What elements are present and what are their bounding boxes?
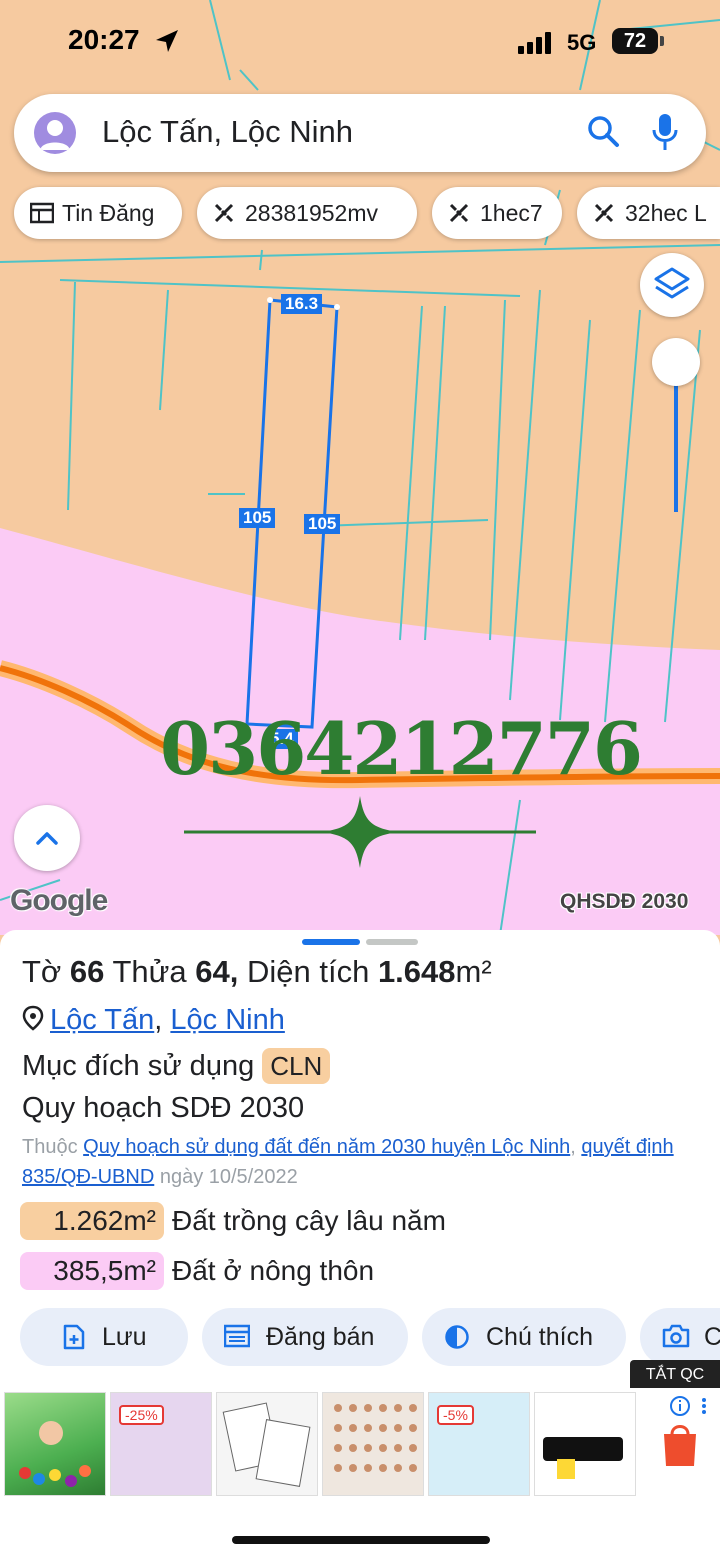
ad-item[interactable]: [216, 1392, 318, 1496]
sheet-handle[interactable]: [366, 939, 418, 945]
ad-item[interactable]: [4, 1392, 106, 1496]
plan-title: Quy hoạch SDĐ 2030: [22, 1092, 305, 1124]
camera-icon: [662, 1324, 690, 1348]
chip-label: Tin Đăng: [62, 200, 155, 226]
chip-label: 1hec7: [480, 200, 543, 226]
plan-link[interactable]: Quy hoạch sử dụng đất đến năm 2030 huyện…: [83, 1136, 570, 1158]
post-sale-button[interactable]: Đăng bán: [202, 1308, 408, 1366]
opacity-slider-track[interactable]: [674, 364, 678, 512]
status-bar: 20:27 5G 72: [0, 0, 720, 80]
microphone-icon[interactable]: [650, 112, 680, 152]
zone-label: Đất trồng cây lâu năm: [172, 1205, 446, 1236]
chip-measure-3[interactable]: 32hec L: [577, 187, 720, 239]
legend-button[interactable]: Chú thích: [422, 1308, 626, 1366]
user-avatar-icon: [40, 120, 70, 150]
close-ads-button[interactable]: TẮT QC: [630, 1360, 720, 1390]
ad-item[interactable]: [534, 1392, 636, 1496]
camera-button[interactable]: C: [640, 1308, 720, 1366]
land-use-code-badge: CLN: [262, 1048, 331, 1084]
list-icon: [30, 202, 54, 224]
status-time: 20:27: [68, 24, 140, 55]
chip-measure-2[interactable]: 1hec7: [432, 187, 562, 239]
chip-measure-1[interactable]: 28381952mv: [197, 187, 417, 239]
chip-label: 28381952mv: [245, 200, 378, 226]
chevron-up-icon: [36, 832, 58, 845]
zone-row-residential: 385,5m² Đất ở nông thôn: [20, 1252, 374, 1290]
ad-image: [334, 1404, 417, 1472]
location-row: Lộc Tấn, Lộc Ninh: [22, 1004, 285, 1037]
chip-label: 32hec L: [625, 200, 707, 226]
phone-watermark: 0364212776: [160, 706, 643, 791]
plan-reference: Thuộc Quy hoạch sử dụng đất đến năm 2030…: [22, 1136, 674, 1188]
home-indicator[interactable]: [232, 1536, 490, 1544]
zone-area-badge: 385,5m²: [20, 1252, 164, 1290]
discount-badge: -5%: [437, 1405, 474, 1425]
parcel-title: Tờ 66 Thửa 64, Diện tích 1.648m²: [22, 954, 492, 989]
camera-label: C: [704, 1323, 720, 1351]
lot-number: 64,: [195, 954, 239, 989]
search-bar[interactable]: Lộc Tấn, Lộc Ninh: [14, 94, 706, 172]
ruler-icon: [214, 203, 234, 223]
parcel-area: 1.648: [377, 954, 456, 989]
layers-icon: [654, 267, 690, 299]
ad-info-icon[interactable]: [660, 1394, 716, 1479]
ad-item[interactable]: -25%: [110, 1392, 212, 1496]
google-logo: Google: [10, 884, 108, 917]
sheet-handle-active[interactable]: [302, 939, 360, 945]
expand-up-button[interactable]: [14, 805, 80, 871]
commune-link[interactable]: Lộc Tấn: [50, 1004, 154, 1036]
zone-row-perennial: 1.262m² Đất trồng cây lâu năm: [20, 1202, 446, 1240]
parcel-edge-label-left: 105: [239, 508, 276, 528]
ad-item[interactable]: [322, 1392, 424, 1496]
parcel-edge-label-right: 105: [304, 514, 341, 534]
sheet-number: 66: [69, 954, 105, 989]
location-arrow-icon: [156, 30, 178, 52]
map-layer-label: QHSDĐ 2030: [560, 890, 689, 913]
ad-image: [543, 1437, 623, 1479]
layers-button[interactable]: [640, 253, 704, 317]
parcel-edge-label-top: 16.3: [281, 294, 323, 314]
zone-label: Đất ở nông thôn: [172, 1255, 375, 1286]
legend-icon: [445, 1325, 469, 1349]
ad-strip: -25% -5%: [0, 1388, 720, 1500]
ad-image: [222, 1402, 311, 1487]
ruler-icon: [449, 203, 469, 223]
opacity-slider-knob[interactable]: [652, 338, 700, 386]
listing-icon: [224, 1324, 250, 1348]
land-use-purpose: Mục đích sử dụng CLN: [22, 1048, 331, 1084]
network-type: 5G: [567, 30, 597, 55]
ruler-icon: [594, 203, 614, 223]
signal-icon: [518, 32, 551, 54]
avatar[interactable]: [34, 112, 76, 154]
add-file-icon: [63, 1324, 85, 1350]
legend-label: Chú thích: [486, 1323, 594, 1351]
chip-tin-dang[interactable]: Tin Đăng: [14, 187, 182, 239]
discount-badge: -25%: [119, 1405, 164, 1425]
save-label: Lưu: [102, 1323, 147, 1351]
post-sale-label: Đăng bán: [266, 1323, 375, 1351]
ad-item[interactable]: -5%: [428, 1392, 530, 1496]
search-input[interactable]: Lộc Tấn, Lộc Ninh: [102, 114, 353, 150]
save-button[interactable]: Lưu: [20, 1308, 188, 1366]
battery-indicator: 72: [612, 28, 658, 54]
battery-nub: [660, 36, 664, 46]
ad-image: [19, 1421, 91, 1487]
search-icon[interactable]: [586, 114, 622, 150]
zone-area-badge: 1.262m²: [20, 1202, 164, 1240]
pin-icon: [22, 1005, 44, 1031]
district-link[interactable]: Lộc Ninh: [170, 1004, 284, 1036]
